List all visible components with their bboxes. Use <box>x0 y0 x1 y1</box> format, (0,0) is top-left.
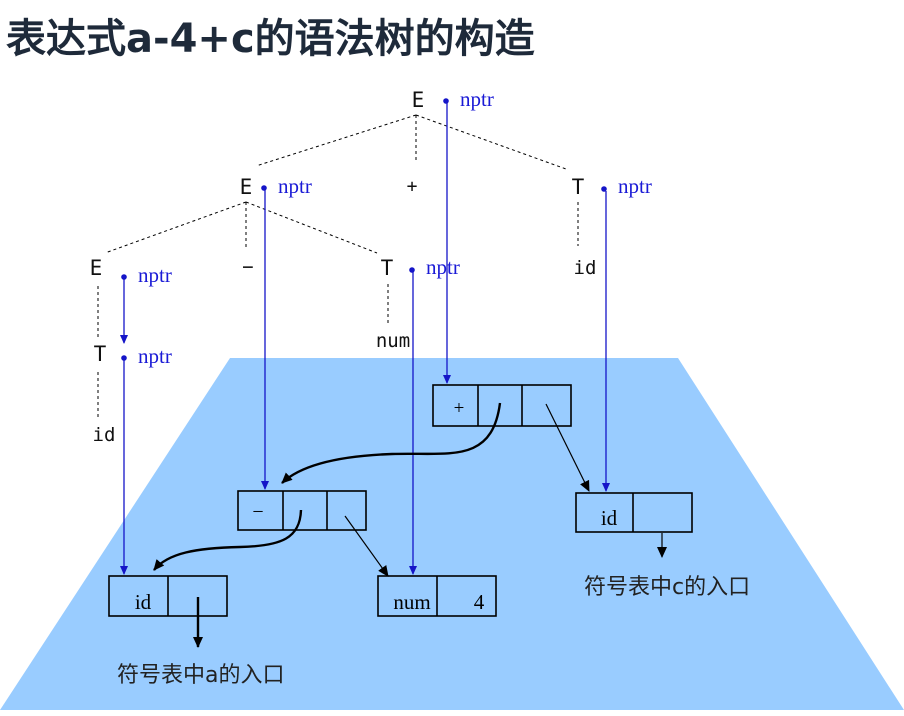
num-node-label: num <box>393 590 430 614</box>
root-nptr-label: nptr <box>460 87 494 111</box>
right-t-id-label: id <box>574 257 597 279</box>
right-t-label: T <box>572 175 585 199</box>
id-c-node-label: id <box>601 506 618 530</box>
minus-symbol-label: − <box>242 256 253 278</box>
inner-e-nptr-label: nptr <box>138 263 172 287</box>
edge-lefte-inner-e <box>104 201 247 254</box>
leaf-t-id-label: id <box>93 424 116 446</box>
leaf-t-label: T <box>94 342 107 366</box>
edge-root-left-e <box>255 114 417 167</box>
inner-t-nptr-label: nptr <box>426 255 460 279</box>
minus-node-op: − <box>252 501 263 523</box>
root-e-label: E <box>412 88 425 112</box>
inner-t-num-label: num <box>376 330 410 352</box>
inner-e-label: E <box>90 256 103 280</box>
entry-a-caption: 符号表中a的入口 <box>117 663 284 688</box>
right-t-nptr-label: nptr <box>618 174 652 198</box>
id-a-node-label: id <box>135 590 152 614</box>
entry-c-caption: 符号表中c的入口 <box>584 575 750 600</box>
left-e-label: E <box>240 175 253 199</box>
syntax-tree-slide: 表达式a-4+c的语法树的构造 E nptr E nptr + T nptr E… <box>0 0 904 716</box>
leaf-t-nptr-label: nptr <box>138 344 172 368</box>
plus-symbol-label: + <box>407 176 418 197</box>
left-e-pointer-dot <box>261 185 267 191</box>
left-e-nptr-label: nptr <box>278 174 312 198</box>
inner-t-pointer-dot <box>409 267 415 273</box>
plus-node-op: + <box>454 398 465 419</box>
right-t-pointer-dot <box>601 186 607 192</box>
slide-title: 表达式a-4+c的语法树的构造 <box>6 16 535 62</box>
root-pointer-dot <box>443 98 449 104</box>
inner-e-pointer-dot <box>121 274 127 280</box>
memory-region-trapezoid <box>0 358 904 710</box>
inner-t-label: T <box>381 256 394 280</box>
leaf-t-pointer-dot <box>121 355 127 361</box>
syntax-tree-diagram: 表达式a-4+c的语法树的构造 E nptr E nptr + T nptr E… <box>0 16 904 710</box>
num-node-value: 4 <box>474 590 485 614</box>
edge-root-right-t <box>415 114 567 170</box>
